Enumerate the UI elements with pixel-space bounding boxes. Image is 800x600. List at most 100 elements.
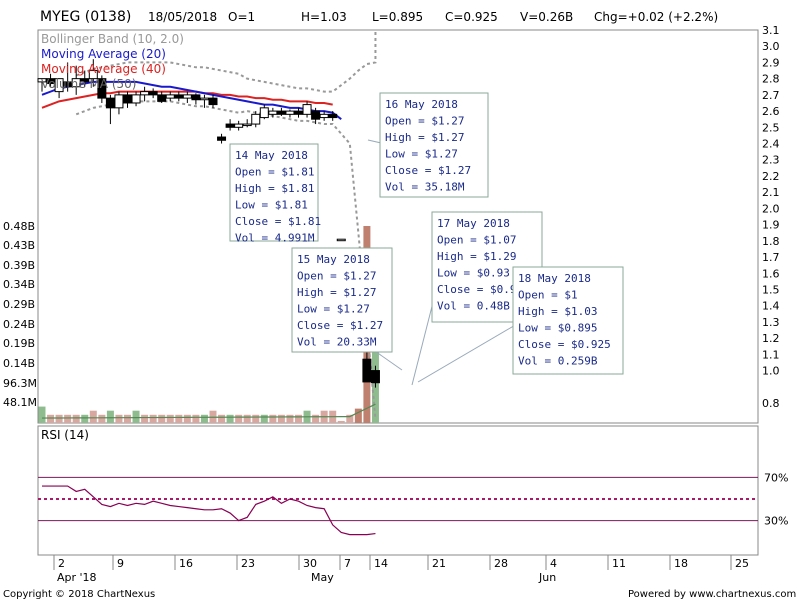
price-axis: 3.1 3.0 2.9 2.8 2.7 2.6 2.5 2.4 2.3 2.2 2.1 2.0 1.9 1… — [762, 24, 780, 410]
legend-item: Moving Average (40) — [41, 62, 166, 76]
price-tick-label: 2.8 — [762, 73, 780, 86]
candle-body — [140, 91, 150, 96]
volume-bar — [124, 414, 131, 423]
volume-bar — [260, 414, 268, 423]
volume-bar — [98, 414, 106, 423]
callout-line: Vol = 0.48B — [437, 300, 510, 313]
volume-bar — [38, 406, 46, 423]
x-tick-label: 2 — [58, 557, 65, 570]
volume-bar — [269, 414, 277, 423]
candle-body — [370, 370, 380, 384]
x-tick-label: 9 — [117, 557, 124, 570]
callout-line: Close = $1.27 — [385, 164, 471, 177]
callout-line: Vol = 0.259B — [518, 355, 598, 368]
x-tick-label: 30 — [303, 557, 317, 570]
x-tick-label: 25 — [735, 557, 749, 570]
candle-body — [208, 97, 218, 106]
x-tick-label: 14 — [374, 557, 388, 570]
candle-body — [157, 94, 167, 102]
volume-tick-label: 0.19B — [3, 337, 35, 350]
price-pane — [37, 29, 759, 424]
volume-bar — [81, 414, 89, 423]
price-tick-label: 3.0 — [762, 40, 780, 53]
price-tick-label: 1.3 — [762, 316, 780, 329]
callout-line: High = $1.81 — [235, 182, 314, 195]
stock-chart: MYEG (0138) 18/05/2018 O=1 H=1.03 L=0.89… — [3, 9, 796, 600]
volume-bar — [175, 414, 183, 423]
candle-body — [182, 94, 192, 99]
x-tick-label: 18 — [674, 557, 688, 570]
callout-line: High = $1.03 — [518, 305, 597, 318]
candle-body — [148, 91, 158, 96]
price-tick-label: 2.3 — [762, 154, 780, 167]
callout-line: Close = $0.93 — [437, 283, 523, 296]
volume-bar — [286, 414, 294, 423]
volume-bar — [243, 414, 251, 423]
volume-bar — [106, 410, 114, 423]
volume-bar — [132, 410, 140, 423]
x-tick-label: 23 — [241, 557, 255, 570]
low-label: L=0.895 — [372, 10, 423, 24]
candle-body — [311, 110, 321, 120]
rsi-70-label: 70% — [764, 471, 788, 484]
volume-bar — [337, 420, 345, 423]
callout-line: Open = $1.07 — [437, 234, 516, 247]
callout-line: 16 May 2018 — [385, 98, 458, 111]
volume-tick-label: 0.29B — [3, 298, 35, 311]
callout-line: Vol = 35.18M — [385, 181, 465, 194]
volume-bar — [64, 414, 72, 423]
candle-body — [199, 97, 209, 101]
price-tick-label: 1.2 — [762, 332, 780, 345]
volume-bar — [149, 414, 157, 423]
candle-body — [123, 94, 132, 104]
callout-line: Open = $1.27 — [385, 115, 464, 128]
volume-bar — [312, 414, 320, 423]
price-tick-label: 1.7 — [762, 251, 780, 264]
volume-axis: 0.48B 0.43B 0.39B 0.34B 0.29B 0.24B 0.19B 0.14B… — [3, 220, 37, 409]
callout-line: Close = $1.27 — [297, 319, 383, 332]
volume-label: V=0.26B — [520, 10, 573, 24]
volume-bar — [89, 410, 97, 423]
change-label: Chg=+0.02 (+2.2%) — [594, 10, 718, 24]
x-month-label: Jun — [538, 571, 556, 584]
legend-item: Moving Average (20) — [41, 47, 166, 61]
price-tick-label: 2.2 — [762, 170, 780, 183]
x-month-label: May — [311, 571, 334, 584]
price-tick-label: 3.1 — [762, 24, 780, 37]
callout-line: 15 May 2018 — [297, 253, 370, 266]
rsi-30-label: 30% — [764, 515, 788, 528]
price-tick-label: 2.9 — [762, 56, 780, 69]
volume-bar — [115, 414, 123, 423]
volume-tick-label: 0.34B — [3, 278, 35, 291]
callout-line: Vol = 20.33M — [297, 336, 377, 349]
callout-line: Open = $1.81 — [235, 166, 314, 179]
volume-bar — [252, 414, 260, 423]
volume-tick-label: 48.1M — [3, 396, 37, 409]
callout-line: Low = $1.27 — [297, 303, 370, 316]
candle-body — [242, 123, 252, 127]
volume-tick-label: 0.48B — [3, 220, 35, 233]
callout-line: High = $1.27 — [385, 131, 464, 144]
x-tick-label: 11 — [612, 557, 626, 570]
volume-bar — [47, 414, 55, 423]
candle-body — [285, 110, 295, 115]
candle-body — [276, 110, 286, 115]
high-label: H=1.03 — [301, 10, 347, 24]
candle-body — [234, 123, 244, 128]
candle-body — [191, 94, 201, 101]
volume-bar — [200, 414, 208, 423]
callout-line: Open = $1 — [518, 289, 578, 302]
candle-body — [114, 94, 124, 109]
price-tick-label: 2.0 — [762, 202, 780, 215]
price-tick-label: 1.9 — [762, 219, 780, 232]
volume-tick-label: 0.43B — [3, 239, 35, 252]
volume-bar — [141, 414, 149, 423]
x-axis: 2 9 16 23 30 7 14 21 28 4 11 18 25 Apr '18 May Jun — [53, 555, 749, 584]
volume-bar — [192, 414, 200, 423]
price-tick-label: 2.4 — [762, 138, 780, 151]
callout-line: Low = $1.81 — [235, 199, 308, 212]
callout-line: Close = $1.81 — [235, 215, 321, 228]
x-tick-label: 16 — [179, 557, 193, 570]
copyright-text: Copyright © 2018 ChartNexus — [3, 589, 155, 600]
x-tick-label: 28 — [494, 557, 508, 570]
